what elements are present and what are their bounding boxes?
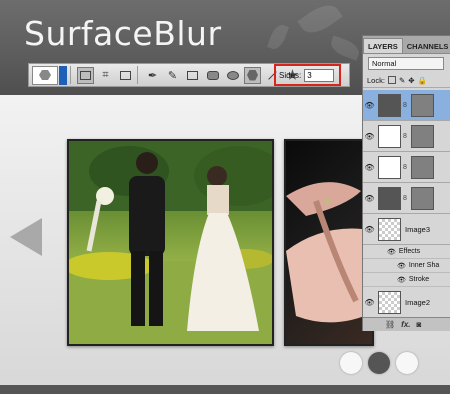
layer-row[interactable]: 👁 8: [363, 183, 450, 214]
fill-pixels-mode-button[interactable]: [117, 67, 134, 84]
leaf-decoration: [297, 0, 343, 40]
ellipse-icon: [226, 70, 239, 80]
effects-row[interactable]: 👁 Effects: [363, 245, 450, 259]
visibility-eye-icon[interactable]: 👁: [363, 132, 376, 141]
paths-icon: ⌗: [102, 68, 109, 81]
ellipse-tool-button[interactable]: [224, 67, 241, 84]
tool-preset-dropdown[interactable]: [59, 65, 67, 85]
mask-thumbnail: [411, 124, 434, 148]
shape-layers-icon: [80, 70, 91, 80]
layer-row-image2[interactable]: 👁 Image2: [363, 287, 450, 318]
layer-thumbnail: [378, 217, 401, 241]
paths-mode-button[interactable]: ⌗: [97, 67, 114, 84]
link-icon: 8: [403, 163, 407, 171]
layer-row[interactable]: 👁 8: [363, 90, 450, 121]
leaf-decoration: [328, 35, 362, 61]
layer-row[interactable]: 👁 8: [363, 152, 450, 183]
shape-layers-mode-button[interactable]: [77, 66, 94, 84]
slide-dot[interactable]: [396, 352, 418, 374]
panel-tabs: LAYERS CHANNELS: [363, 36, 450, 54]
tab-channels[interactable]: CHANNELS: [403, 39, 450, 53]
blend-mode-select[interactable]: Normal: [368, 57, 444, 70]
effects-label: Effects: [398, 248, 421, 255]
layer-name: Image3: [405, 224, 431, 234]
eye-icon[interactable]: 👁: [397, 276, 406, 284]
wedding-photo-hands: [284, 139, 374, 346]
polygon-icon: [39, 70, 51, 80]
lock-transparent-icon[interactable]: [387, 76, 396, 84]
rounded-rectangle-icon: [206, 70, 219, 80]
panel-footer: ⛓ fx. ◙: [363, 317, 450, 331]
couple-illustration: [69, 141, 272, 344]
pen-icon: ✒: [147, 69, 158, 82]
move-icon[interactable]: ✥: [408, 76, 414, 85]
divider: [70, 66, 71, 84]
fx-icon[interactable]: fx.: [401, 320, 410, 329]
lock-label: Lock:: [367, 75, 385, 85]
lock-row: Lock: ✎ ✥ 🔒: [363, 73, 450, 88]
sides-label: Sides:: [279, 70, 302, 80]
polygon-tool-button[interactable]: [244, 66, 261, 84]
polygon-icon: [247, 69, 258, 81]
layers-list: 👁 8 👁 8 👁 8 👁 8 👁 Image3 👁 Effects 👁 Inn…: [363, 90, 450, 318]
visibility-eye-icon[interactable]: 👁: [363, 101, 376, 110]
layer-row-image3[interactable]: 👁 Image3: [363, 214, 450, 245]
link-icon: 8: [403, 101, 407, 109]
effect-name: Stroke: [408, 276, 430, 283]
visibility-eye-icon[interactable]: 👁: [363, 298, 376, 307]
eye-icon[interactable]: 👁: [387, 248, 396, 256]
layer-thumbnail: [378, 155, 401, 179]
effect-row-stroke[interactable]: 👁 Stroke: [363, 273, 450, 287]
slide-dot[interactable]: [340, 352, 362, 374]
mask-thumbnail: [411, 186, 434, 210]
hands-illustration: [286, 182, 372, 323]
rectangle-icon: [187, 70, 198, 80]
lock-icon[interactable]: 🔒: [418, 76, 427, 85]
slide-indicator: [340, 352, 418, 374]
site-footer: [0, 385, 450, 394]
leaf-decoration: [266, 22, 290, 52]
slide-dot-active[interactable]: [368, 352, 390, 374]
layer-thumbnail: [378, 93, 401, 117]
wedding-photo-couple: [67, 139, 274, 346]
rectangle-tool-button[interactable]: [184, 67, 201, 84]
layer-thumbnail: [378, 290, 401, 314]
eye-icon[interactable]: 👁: [397, 262, 406, 270]
layer-row[interactable]: 👁 8: [363, 121, 450, 152]
layer-thumbnail: [378, 124, 401, 148]
freeform-pen-icon: ✎: [167, 69, 178, 82]
visibility-eye-icon[interactable]: 👁: [363, 194, 376, 203]
sides-highlight: Sides: 3: [274, 64, 341, 86]
effect-name: Inner Sha: [408, 262, 440, 269]
mask-thumbnail: [411, 155, 434, 179]
visibility-eye-icon[interactable]: 👁: [363, 225, 376, 234]
link-icon: 8: [403, 132, 407, 140]
pen-tool-button[interactable]: ✒: [144, 67, 161, 84]
layer-name: Image2: [405, 297, 431, 307]
brush-icon[interactable]: ✎: [399, 76, 405, 85]
sides-input[interactable]: 3: [304, 68, 335, 82]
tool-preset-picker[interactable]: [32, 65, 58, 85]
tab-layers[interactable]: LAYERS: [363, 38, 403, 53]
effect-row-inner-shadow[interactable]: 👁 Inner Sha: [363, 259, 450, 273]
mask-thumbnail: [411, 93, 434, 117]
freeform-pen-button[interactable]: ✎: [164, 67, 181, 84]
mask-icon[interactable]: ◙: [417, 320, 422, 329]
layers-panel: LAYERS CHANNELS Normal Lock: ✎ ✥ 🔒 👁 8 👁…: [362, 35, 450, 331]
link-icon: 8: [403, 194, 407, 202]
prev-arrow-icon[interactable]: [10, 218, 42, 256]
options-bar: ⌗ ✒ ✎ ▼ Sides: 3: [28, 63, 350, 87]
visibility-eye-icon[interactable]: 👁: [363, 163, 376, 172]
rounded-rectangle-tool-button[interactable]: [204, 67, 221, 84]
layer-thumbnail: [378, 186, 401, 210]
divider: [137, 66, 138, 84]
fill-pixels-icon: [120, 70, 131, 80]
site-title: SurfaceBlur: [24, 14, 222, 53]
link-icon[interactable]: ⛓: [385, 320, 395, 329]
